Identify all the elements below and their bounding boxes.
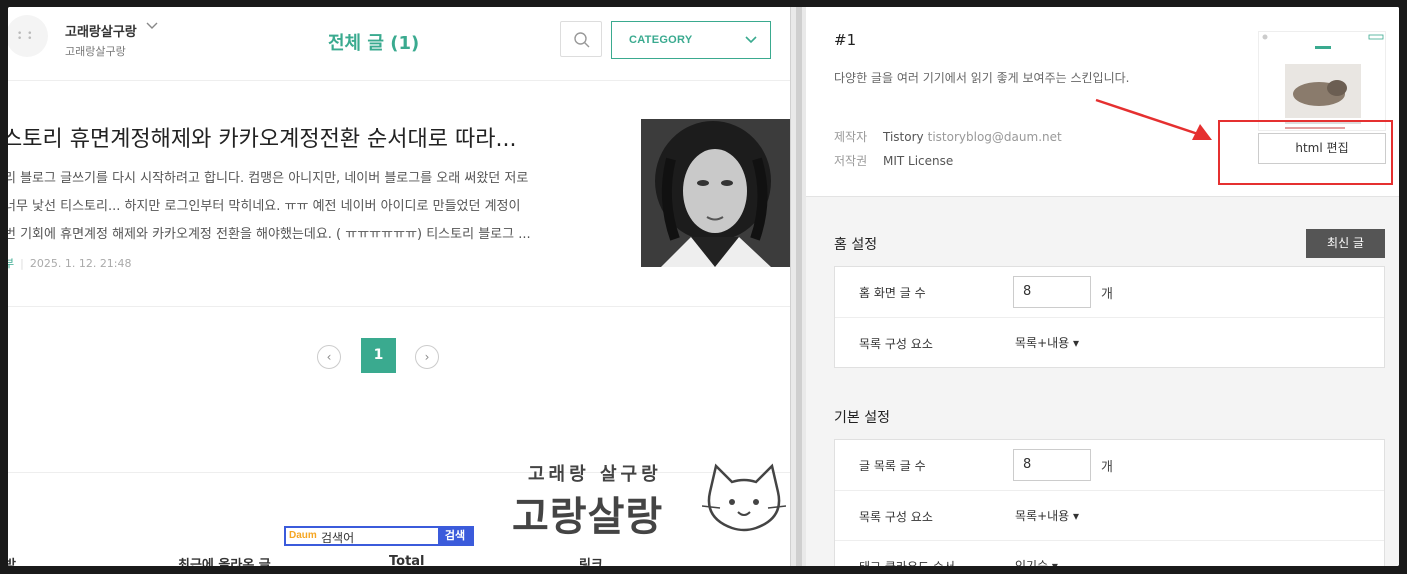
latest-posts-button[interactable]: 최신 글 [1306, 229, 1385, 258]
setting-label: 목록 구성 요소 [859, 510, 933, 524]
post-excerpt-line: 번 기회에 휴면계정 해제와 카카오계정 전환을 해야했는데요. ( ㅠㅠㅠㅠㅠ… [8, 227, 531, 242]
category-dropdown[interactable]: CATEGORY [611, 21, 771, 59]
watermark: 고래랑 살구랑 고랑살랑 [508, 460, 790, 540]
post-meta: 부 | 2025. 1. 12. 21:48 [8, 255, 132, 271]
post-thumbnail[interactable] [641, 119, 790, 267]
watermark-big-text: 고랑살랑 [512, 494, 664, 540]
footer-heading: 방 [8, 558, 16, 566]
tag-cloud-order-dropdown[interactable]: 인기순 ▾ [1015, 557, 1058, 566]
post-date: 2025. 1. 12. 21:48 [29, 257, 132, 270]
unit-label: 개 [1101, 287, 1113, 302]
setting-row: 홈 화면 글 수 8 개 [835, 267, 1384, 317]
skin-number: #1 [834, 31, 857, 49]
maker-email: tistoryblog@daum.net [927, 130, 1062, 144]
post-excerpt-line: 너무 낯선 티스토리... 하지만 로그인부터 막히네요. ㅠㅠ 예전 네이버 … [8, 199, 521, 214]
setting-label: 태그 클라우드 순서 [859, 558, 955, 566]
pagination: ‹ 1 › [8, 337, 790, 377]
setting-label: 목록 구성 요소 [859, 337, 933, 351]
list-post-count-input[interactable]: 8 [1013, 449, 1091, 481]
list-element-dropdown[interactable]: 목록+내용 ▾ [1015, 507, 1079, 524]
scrollbar-track[interactable] [796, 7, 802, 566]
portrait-photo [641, 119, 790, 267]
chevron-down-icon[interactable] [146, 19, 158, 33]
search-icon [574, 32, 590, 48]
setting-row: 목록 구성 요소 목록+내용 ▾ [835, 317, 1384, 367]
blog-header: • • • • 고래랑살구랑 고래랑살구랑 전체 글 (1) CATEGORY [8, 7, 790, 81]
maker-value: Tistory [883, 130, 924, 144]
license-label: 저작권 [834, 154, 868, 168]
post-title[interactable]: 스토리 휴면계정해제와 카카오계정전환 순서대로 따라... [8, 121, 622, 153]
setting-row: 목록 구성 요소 목록+내용 ▾ [835, 490, 1384, 540]
watermark-small-text: 고래랑 살구랑 [528, 464, 662, 485]
daum-search-input[interactable]: 검색어 [321, 529, 354, 546]
footer-heading: 최근에 올라온 글 [178, 558, 271, 566]
setting-label: 홈 화면 글 수 [859, 286, 926, 300]
home-settings-title: 홈 설정 [834, 237, 878, 253]
blog-avatar[interactable]: • • • • [8, 15, 48, 57]
next-page-button[interactable]: › [415, 345, 439, 369]
setting-row: 태그 클라우드 순서 인기순 ▾ [835, 540, 1384, 566]
post-category[interactable]: 부 [8, 257, 14, 270]
home-list-element-dropdown[interactable]: 목록+내용 ▾ [1015, 334, 1079, 351]
daum-search-button[interactable]: 검색 [438, 528, 472, 544]
red-highlight-box [1218, 120, 1393, 185]
cat-icon [702, 463, 786, 532]
skin-preview-thumbnail [1258, 31, 1386, 131]
setting-row: 글 목록 글 수 8 개 [835, 440, 1384, 490]
setting-label: 글 목록 글 수 [859, 459, 926, 473]
post-excerpt-line: 리 블로그 글쓰기를 다시 시작하려고 합니다. 컴맹은 아니지만, 네이버 블… [8, 171, 529, 186]
daum-search-bar: Daum 검색어 검색 [284, 526, 474, 546]
post-list-item[interactable]: 스토리 휴면계정해제와 카카오계정전환 순서대로 따라... 리 블로그 글쓰기… [8, 81, 790, 307]
home-settings-box: 홈 화면 글 수 8 개 목록 구성 요소 목록+내용 ▾ [834, 266, 1385, 368]
screenshot-frame: • • • • 고래랑살구랑 고래랑살구랑 전체 글 (1) CATEGORY 스… [8, 7, 1399, 566]
blog-subtitle: 고래랑살구랑 [65, 45, 126, 58]
skin-maker-row: 제작자 Tistory tistoryblog@daum.net [834, 128, 1062, 145]
footer-heading: 링크 [579, 558, 603, 566]
blog-name[interactable]: 고래랑살구랑 [65, 21, 137, 40]
meta-divider: | [20, 257, 24, 270]
maker-label: 제작자 [834, 130, 868, 144]
license-value: MIT License [883, 154, 954, 168]
daum-logo: Daum [289, 530, 317, 541]
skin-info-card: #1 다양한 글을 여러 기기에서 읽기 좋게 보여주는 스킨입니다. 제작자 T… [806, 7, 1399, 197]
red-arrow-icon [1095, 98, 1212, 140]
basic-settings-box: 글 목록 글 수 8 개 목록 구성 요소 목록+내용 ▾ 태그 클라우드 순서… [834, 439, 1385, 566]
blog-preview-pane: • • • • 고래랑살구랑 고래랑살구랑 전체 글 (1) CATEGORY 스… [8, 7, 790, 566]
chevron-down-icon [745, 36, 757, 44]
unit-label: 개 [1101, 460, 1113, 475]
skin-license-row: 저작권 MIT License [834, 152, 953, 169]
footer-heading: Total [389, 554, 425, 566]
avatar-dots-icon: • • • • [17, 29, 34, 44]
category-label: CATEGORY [629, 34, 693, 46]
pane-scrollbar[interactable] [790, 7, 806, 566]
skin-settings-pane: #1 다양한 글을 여러 기기에서 읽기 좋게 보여주는 스킨입니다. 제작자 T… [806, 7, 1399, 566]
page-title: 전체 글 (1) [328, 33, 420, 54]
search-button[interactable] [560, 21, 602, 57]
page-number-current[interactable]: 1 [361, 338, 396, 373]
skin-description: 다양한 글을 여러 기기에서 읽기 좋게 보여주는 스킨입니다. [834, 71, 1130, 85]
prev-page-button[interactable]: ‹ [317, 345, 341, 369]
basic-settings-title: 기본 설정 [834, 410, 890, 426]
home-post-count-input[interactable]: 8 [1013, 276, 1091, 308]
